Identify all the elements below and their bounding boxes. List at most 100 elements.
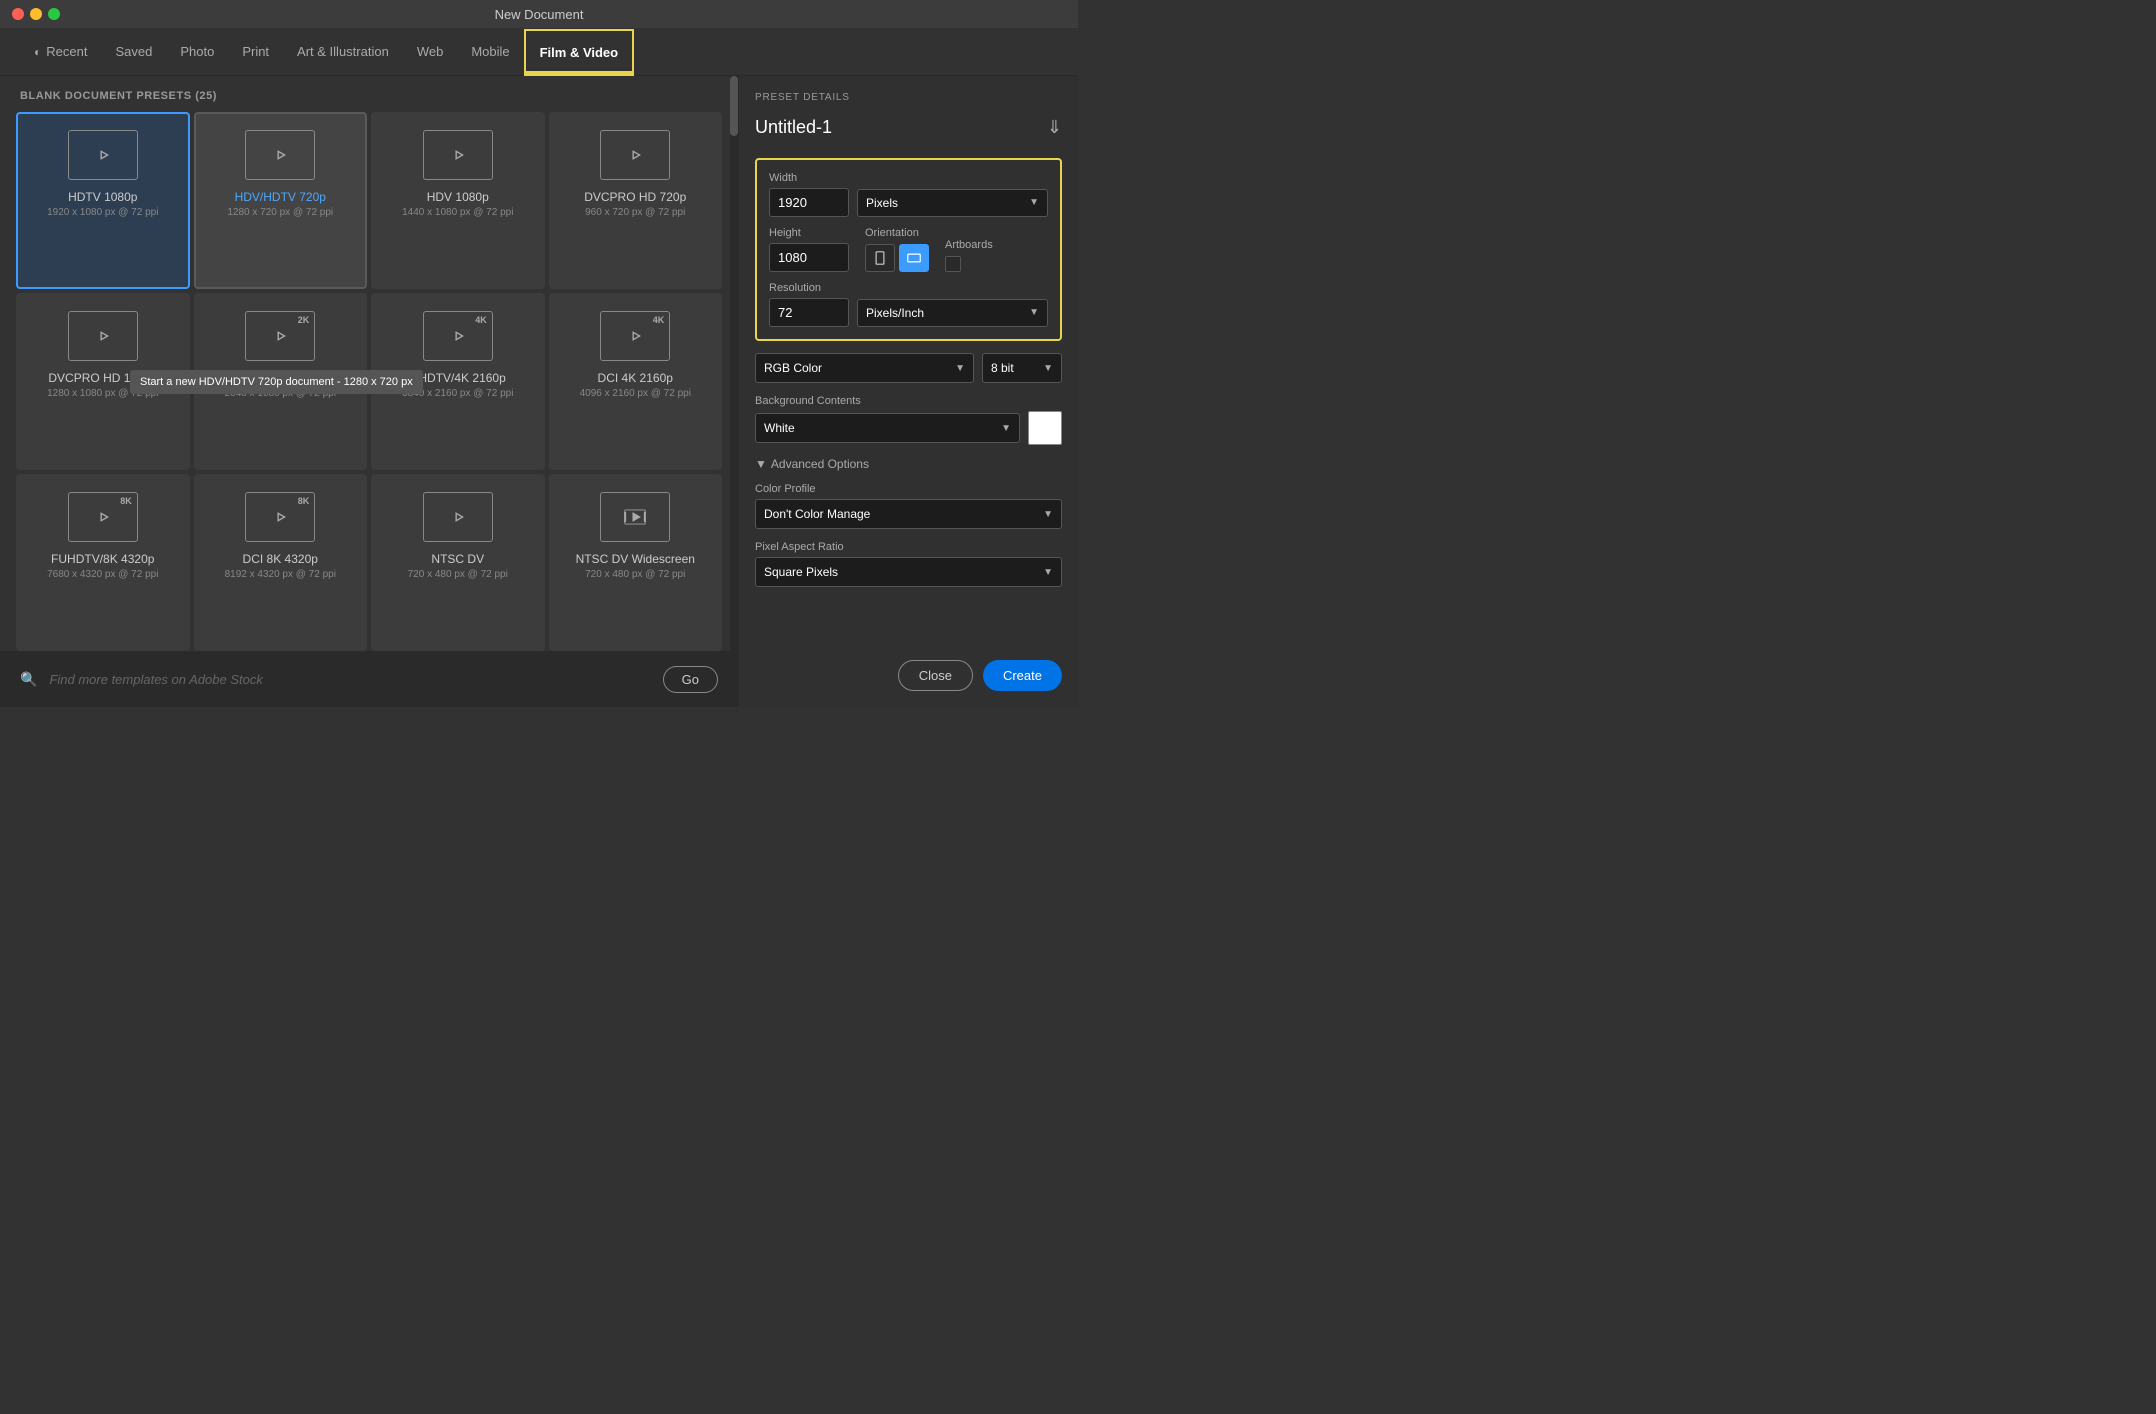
- pixel-aspect-section: Pixel Aspect Ratio Square Pixels ▼: [755, 541, 1062, 587]
- background-section: Background Contents White ▼: [755, 395, 1062, 445]
- window-title: New Document: [495, 7, 584, 22]
- resolution-unit-dropdown[interactable]: Pixels/Inch ▼: [857, 299, 1048, 327]
- search-placeholder[interactable]: Find more templates on Adobe Stock: [49, 672, 650, 687]
- preset-dci-2k[interactable]: 2K DCI 2K 1080p 2048 x 1080 px @ 72 ppi: [194, 293, 368, 470]
- advanced-options-toggle[interactable]: ▼ Advanced Options: [755, 457, 1062, 471]
- maximize-traffic-light[interactable]: [48, 8, 60, 20]
- tab-mobile[interactable]: Mobile: [457, 28, 523, 75]
- width-input[interactable]: [769, 188, 849, 217]
- presets-grid: HDTV 1080p 1920 x 1080 px @ 72 ppi HDV/H…: [0, 112, 738, 651]
- resolution-label: Resolution: [769, 282, 1048, 294]
- tab-print[interactable]: Print: [228, 28, 283, 75]
- preset-name-hdvhdtv: HDV/HDTV 720p: [235, 190, 326, 204]
- preset-dci-4k[interactable]: 4K DCI 4K 2160p 4096 x 2160 px @ 72 ppi: [549, 293, 723, 470]
- preset-icon-ntscdv: [423, 492, 493, 542]
- right-panel: PRESET DETAILS ⇓ Width Pixels ▼: [738, 76, 1078, 707]
- background-dropdown[interactable]: White ▼: [755, 413, 1020, 443]
- preset-ntsc-dv[interactable]: NTSC DV 720 x 480 px @ 72 ppi: [371, 474, 545, 651]
- preset-name-dvcpro1080: DVCPRO HD 1080p: [48, 371, 157, 385]
- preset-dims-dci4k: 4096 x 2160 px @ 72 ppi: [580, 388, 691, 399]
- preset-icon-hdvhdtv: [245, 130, 315, 180]
- width-label: Width: [769, 172, 1048, 184]
- resolution-input[interactable]: [769, 298, 849, 327]
- left-panel: BLANK DOCUMENT PRESETS (25) HDTV 1080p 1…: [0, 76, 738, 707]
- chevron-down-icon: ▼: [1043, 363, 1053, 374]
- tab-recent[interactable]: ◐ Recent: [20, 28, 101, 75]
- preset-name-uhdtv4k: UHDTV/4K 2160p: [410, 371, 506, 385]
- color-profile-dropdown[interactable]: Don't Color Manage ▼: [755, 499, 1062, 529]
- orientation-label: Orientation: [865, 227, 929, 239]
- preset-name-dci2k: DCI 2K 1080p: [243, 371, 318, 385]
- preset-hdv-1080p[interactable]: HDV 1080p 1440 x 1080 px @ 72 ppi: [371, 112, 545, 289]
- landscape-button[interactable]: [899, 244, 929, 272]
- preset-name-dvcpro720: DVCPRO HD 720p: [584, 190, 686, 204]
- preset-dci-8k[interactable]: 8K DCI 8K 4320p 8192 x 4320 px @ 72 ppi: [194, 474, 368, 651]
- scrollbar[interactable]: [730, 76, 738, 651]
- tab-saved[interactable]: Saved: [101, 28, 166, 75]
- preset-icon-ntscdvwide: [600, 492, 670, 542]
- portrait-button[interactable]: [865, 244, 895, 272]
- width-row: Pixels ▼: [769, 188, 1048, 217]
- presets-header: BLANK DOCUMENT PRESETS (25): [0, 76, 738, 112]
- scrollbar-thumb[interactable]: [730, 76, 738, 136]
- bottom-bar: 🔍 Find more templates on Adobe Stock Go: [0, 651, 738, 707]
- preset-dvcpro-1080p[interactable]: DVCPRO HD 1080p 1280 x 1080 px @ 72 ppi: [16, 293, 190, 470]
- preset-name-ntscdv: NTSC DV: [431, 552, 484, 566]
- tab-film-video[interactable]: Film & Video: [524, 29, 635, 76]
- go-button[interactable]: Go: [663, 666, 718, 693]
- background-color-swatch[interactable]: [1028, 411, 1062, 445]
- preset-name-hdtv: HDTV 1080p: [68, 190, 137, 204]
- preset-ntsc-dv-wide[interactable]: NTSC DV Widescreen 720 x 480 px @ 72 ppi: [549, 474, 723, 651]
- height-section: Height: [769, 227, 849, 272]
- tab-photo[interactable]: Photo: [166, 28, 228, 75]
- preset-dims-fuhdtv8k: 7680 x 4320 px @ 72 ppi: [47, 569, 158, 580]
- preset-dims-dci8k: 8192 x 4320 px @ 72 ppi: [225, 569, 336, 580]
- bit-depth-dropdown[interactable]: 8 bit ▼: [982, 353, 1062, 383]
- main-layout: BLANK DOCUMENT PRESETS (25) HDTV 1080p 1…: [0, 76, 1078, 707]
- chevron-down-icon: ▼: [1043, 567, 1053, 578]
- preset-dvcpro-720p[interactable]: DVCPRO HD 720p 960 x 720 px @ 72 ppi: [549, 112, 723, 289]
- height-input[interactable]: [769, 243, 849, 272]
- search-icon: 🔍: [20, 671, 37, 688]
- preset-icon-fuhdtv8k: 8K: [68, 492, 138, 542]
- preset-dims-dvcpro720: 960 x 720 px @ 72 ppi: [585, 207, 685, 218]
- preset-fuhdtv-8k[interactable]: 8K FUHDTV/8K 4320p 7680 x 4320 px @ 72 p…: [16, 474, 190, 651]
- chevron-down-icon: ▼: [1043, 509, 1053, 520]
- doc-name-input[interactable]: [755, 117, 955, 138]
- preset-dims-hdv1080: 1440 x 1080 px @ 72 ppi: [402, 207, 513, 218]
- pixel-aspect-dropdown[interactable]: Square Pixels ▼: [755, 557, 1062, 587]
- preset-icon-uhdtv4k: 4K: [423, 311, 493, 361]
- artboards-label: Artboards: [945, 239, 993, 251]
- preset-details-label: PRESET DETAILS: [755, 92, 1062, 103]
- preset-dims-uhdtv4k: 3840 x 2160 px @ 72 ppi: [402, 388, 513, 399]
- preset-uhdtv-4k[interactable]: 4K UHDTV/4K 2160p 3840 x 2160 px @ 72 pp…: [371, 293, 545, 470]
- download-icon[interactable]: ⇓: [1047, 117, 1062, 138]
- width-unit-dropdown[interactable]: Pixels ▼: [857, 189, 1048, 217]
- preset-dims-ntscdvwide: 720 x 480 px @ 72 ppi: [585, 569, 685, 580]
- orientation-buttons: [865, 244, 929, 272]
- preset-icon-dvcpro720: [600, 130, 670, 180]
- preset-hdvhdtv-720p[interactable]: HDV/HDTV 720p 1280 x 720 px @ 72 ppi: [194, 112, 368, 289]
- color-mode-dropdown[interactable]: RGB Color ▼: [755, 353, 974, 383]
- preset-icon-dci8k: 8K: [245, 492, 315, 542]
- tab-art[interactable]: Art & Illustration: [283, 28, 403, 75]
- preset-icon-hdtv: [68, 130, 138, 180]
- close-button[interactable]: Close: [898, 660, 973, 691]
- bottom-buttons: Close Create: [755, 650, 1062, 691]
- chevron-down-icon: ▼: [1029, 197, 1039, 208]
- preset-hdtv-1080p[interactable]: HDTV 1080p 1920 x 1080 px @ 72 ppi: [16, 112, 190, 289]
- preset-dims-dvcpro1080: 1280 x 1080 px @ 72 ppi: [47, 388, 158, 399]
- create-button[interactable]: Create: [983, 660, 1062, 691]
- background-label: Background Contents: [755, 395, 1062, 407]
- preset-icon-dci2k: 2K: [245, 311, 315, 361]
- close-traffic-light[interactable]: [12, 8, 24, 20]
- preset-icon-dci4k: 4K: [600, 311, 670, 361]
- resolution-section: Resolution Pixels/Inch ▼: [769, 282, 1048, 327]
- preset-dims-hdtv: 1920 x 1080 px @ 72 ppi: [47, 207, 158, 218]
- minimize-traffic-light[interactable]: [30, 8, 42, 20]
- chevron-down-icon: ▼: [1029, 307, 1039, 318]
- artboards-checkbox[interactable]: [945, 256, 961, 272]
- preset-icon-dvcpro1080: [68, 311, 138, 361]
- color-profile-section: Color Profile Don't Color Manage ▼: [755, 483, 1062, 529]
- tab-web[interactable]: Web: [403, 28, 458, 75]
